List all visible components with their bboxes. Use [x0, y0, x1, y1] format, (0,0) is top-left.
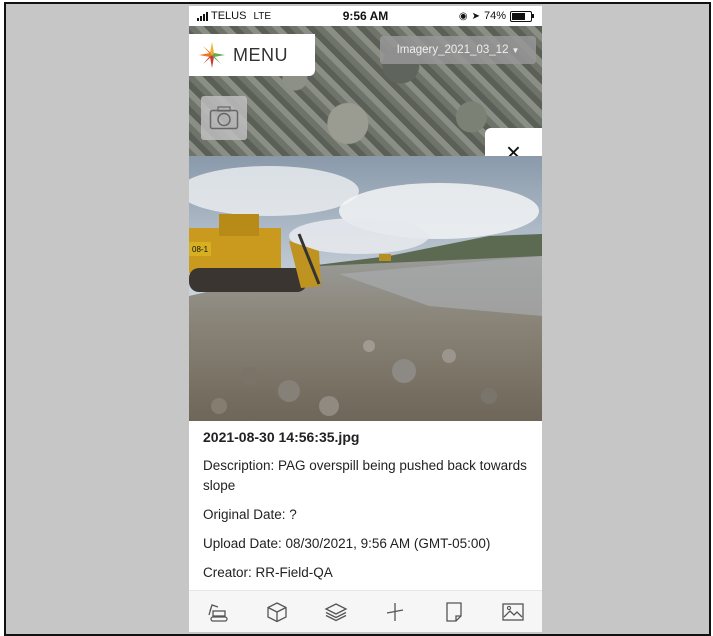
measure-icon — [386, 603, 404, 621]
document-button[interactable] — [439, 597, 469, 627]
camera-button[interactable] — [201, 96, 247, 140]
excavator-tool-icon — [208, 604, 229, 622]
menu-button[interactable]: MENU — [189, 34, 315, 76]
app-logo-icon — [199, 42, 225, 68]
location-arrow-icon: ➤ — [471, 10, 480, 22]
cube-icon — [267, 602, 287, 623]
photo-creator: Creator: RR-Field-QA — [203, 565, 333, 580]
site-photo: 08-1 — [189, 156, 542, 421]
battery-percent: 74% — [483, 10, 506, 22]
signal-icon — [197, 11, 208, 21]
photo-upload-date: Upload Date: 08/30/2021, 9:56 AM (GMT-05… — [203, 536, 491, 551]
battery-icon — [510, 10, 534, 22]
status-bar: TELUS LTE 9:56 AM ◉ ➤ 74% — [189, 6, 542, 26]
imagery-select-value: Imagery_2021_03_12 — [396, 44, 509, 56]
photo-original-date: Original Date: ? — [203, 507, 297, 522]
layers-icon — [324, 603, 348, 622]
network-type: LTE — [253, 10, 272, 22]
imagery-dropdown[interactable]: Imagery_2021_03_12 ▼ — [380, 36, 536, 64]
carrier-name: TELUS — [211, 10, 247, 22]
photo-filename: 2021-08-30 14:56:35.jpg — [203, 429, 360, 445]
photo-description: Description: PAG overspill being pushed … — [203, 458, 527, 493]
menu-label: MENU — [233, 44, 288, 65]
phone-screen: TELUS LTE 9:56 AM ◉ ➤ 74% MENU Imagery_2… — [189, 6, 542, 632]
3d-view-button[interactable] — [262, 597, 292, 627]
camera-icon — [209, 106, 239, 130]
dozer-tag: 08-1 — [192, 245, 209, 254]
image-icon — [501, 603, 524, 621]
document-icon — [446, 602, 462, 622]
measure-button[interactable] — [380, 597, 410, 627]
chevron-down-icon: ▼ — [511, 45, 520, 55]
bottom-toolbar — [189, 590, 542, 632]
excavator-tool-button[interactable] — [203, 597, 233, 627]
viewer-frame: TELUS LTE 9:56 AM ◉ ➤ 74% MENU Imagery_2… — [4, 2, 711, 636]
location-lock-icon: ◉ — [458, 10, 468, 22]
image-button[interactable] — [498, 597, 528, 627]
layers-button[interactable] — [321, 597, 351, 627]
map-view[interactable]: MENU Imagery_2021_03_12 ▼ × — [189, 26, 542, 176]
photo-info-panel: 2021-08-30 14:56:35.jpg Description: PAG… — [203, 429, 533, 592]
site-photo-image: 08-1 — [189, 156, 542, 421]
